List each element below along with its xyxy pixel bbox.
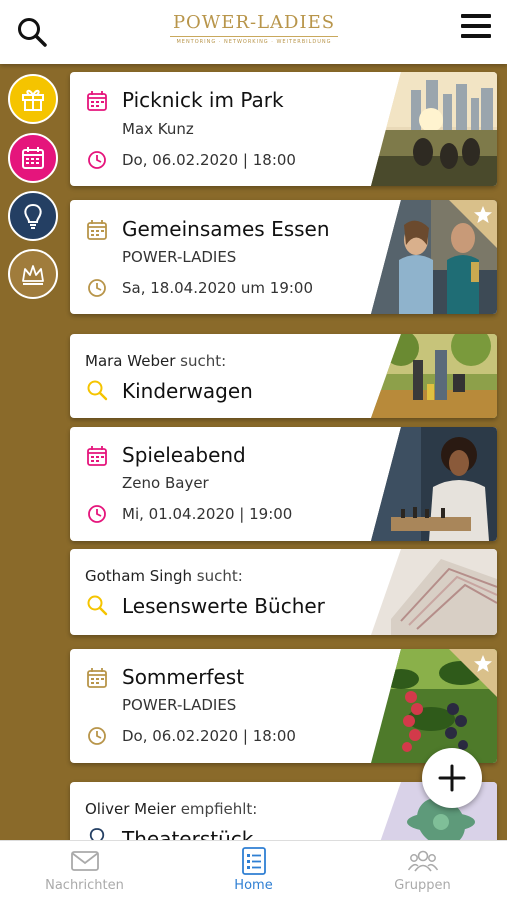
event-title: Sommerfest [122, 665, 245, 689]
crown-icon [22, 265, 44, 285]
tab-label: Gruppen [394, 878, 451, 893]
sidebar-item-ideas[interactable] [8, 191, 58, 241]
event-organizer: Zeno Bayer [122, 474, 209, 492]
clock-icon [88, 727, 106, 745]
event-datetime: Do, 06.02.2020 | 18:00 [122, 151, 296, 169]
family-walk-photo [371, 334, 497, 418]
recommendation-author: Oliver Meier [85, 800, 176, 818]
calendar-icon [22, 147, 44, 169]
search-icon [87, 595, 108, 616]
event-organizer: POWER-LADIES [122, 696, 237, 714]
request-author: Mara Weber [85, 352, 176, 370]
request-verb: sucht: [180, 352, 227, 370]
logo-text: POWER-LADIES [172, 12, 336, 33]
plus-icon [438, 764, 466, 792]
clock-icon [88, 279, 106, 297]
event-title: Picknick im Park [122, 88, 284, 112]
picnic-park-photo [371, 72, 497, 186]
add-post-button[interactable] [422, 748, 482, 808]
calendar-icon [87, 668, 107, 688]
tab-label: Nachrichten [45, 878, 124, 893]
event-title: Spieleabend [122, 443, 246, 467]
calendar-icon [87, 220, 107, 240]
event-title: Gemeinsames Essen [122, 217, 330, 241]
request-item: Kinderwagen [122, 379, 253, 403]
calendar-icon [87, 446, 107, 466]
sidebar-item-gifts[interactable] [8, 74, 58, 124]
sidebar-item-calendar[interactable] [8, 133, 58, 183]
featured-star-icon [449, 649, 497, 697]
clock-icon [88, 505, 106, 523]
calendar-icon [87, 91, 107, 111]
tab-label: Home [234, 878, 273, 893]
recommendation-verb: empfiehlt: [180, 800, 258, 818]
envelope-icon [70, 851, 99, 871]
search-icon [87, 380, 108, 401]
books-photo [371, 549, 497, 635]
tab-home[interactable]: Home [169, 841, 338, 900]
featured-star-icon [449, 200, 497, 248]
hamburger-menu-icon[interactable] [461, 14, 491, 42]
search-request-card[interactable]: Gotham Singh sucht: Lesenswerte Bücher [70, 549, 497, 635]
event-organizer: Max Kunz [122, 120, 194, 138]
bottom-navigation: Nachrichten Home Gruppen [0, 840, 507, 900]
event-organizer: POWER-LADIES [122, 248, 237, 266]
app-header: POWER-LADIES MENTORING · NETWORKING · WE… [0, 0, 507, 64]
sidebar-item-premium[interactable] [8, 249, 58, 299]
search-icon[interactable] [16, 16, 48, 48]
event-card[interactable]: Sommerfest POWER-LADIES Do, 06.02.2020 |… [70, 649, 497, 763]
request-author-line: Mara Weber sucht: [85, 352, 226, 370]
chess-game-photo [371, 427, 497, 541]
tab-gruppen[interactable]: Gruppen [338, 841, 507, 900]
event-card[interactable]: Picknick im Park Max Kunz Do, 06.02.2020… [70, 72, 497, 186]
gift-icon [22, 89, 44, 111]
clock-icon [88, 151, 106, 169]
request-author: Gotham Singh [85, 567, 192, 585]
power-ladies-logo[interactable]: POWER-LADIES MENTORING · NETWORKING · WE… [170, 12, 338, 54]
recommendation-author-line: Oliver Meier empfiehlt: [85, 800, 257, 818]
request-item: Lesenswerte Bücher [122, 594, 325, 618]
tab-nachrichten[interactable]: Nachrichten [0, 841, 169, 900]
group-icon [407, 850, 438, 872]
lightbulb-icon [24, 203, 42, 229]
event-card[interactable]: Gemeinsames Essen POWER-LADIES Sa, 18.04… [70, 200, 497, 314]
search-request-card[interactable]: Mara Weber sucht: Kinderwagen [70, 334, 497, 418]
request-verb: sucht: [196, 567, 243, 585]
request-author-line: Gotham Singh sucht: [85, 567, 243, 585]
event-datetime: Sa, 18.04.2020 um 19:00 [122, 279, 314, 297]
event-datetime: Do, 06.02.2020 | 18:00 [122, 727, 296, 745]
event-datetime: Mi, 01.04.2020 | 19:00 [122, 505, 293, 523]
list-icon [241, 847, 266, 875]
logo-tagline: MENTORING · NETWORKING · WEITERBILDUNG [170, 36, 338, 45]
event-card[interactable]: Spieleabend Zeno Bayer Mi, 01.04.2020 | … [70, 427, 497, 541]
